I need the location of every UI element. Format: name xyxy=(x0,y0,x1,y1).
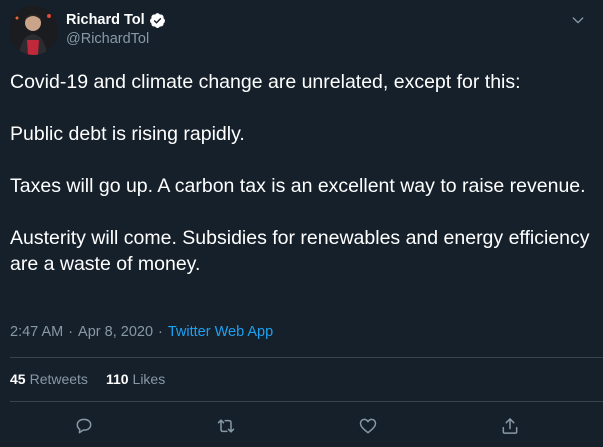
tweet-text: Covid-19 and climate change are unrelate… xyxy=(10,69,590,303)
tweet-stats: 45 Retweets 110 Likes xyxy=(10,370,183,388)
separator: · xyxy=(158,324,163,340)
share-button[interactable] xyxy=(498,414,522,438)
tweet-source-link[interactable]: Twitter Web App xyxy=(168,323,273,341)
reply-icon xyxy=(76,418,92,434)
like-button[interactable] xyxy=(356,414,380,438)
separator: · xyxy=(68,324,74,340)
retweet-icon xyxy=(217,419,235,433)
likes-count: 110 xyxy=(105,371,129,387)
tweet-date[interactable]: Apr 8, 2020 xyxy=(78,323,153,341)
tweet-paragraph: Taxes will go up. A carbon tax is an exc… xyxy=(10,175,586,197)
user-handle[interactable]: @RichardTol xyxy=(66,30,149,48)
divider xyxy=(10,401,603,402)
name-row: Richard Tol xyxy=(66,11,166,29)
retweet-button[interactable] xyxy=(214,414,238,438)
tweet-header: Richard Tol @RichardTol xyxy=(9,6,594,56)
retweets-stat[interactable]: 45 Retweets xyxy=(10,370,88,388)
reply-button[interactable] xyxy=(72,414,96,438)
chevron-down-icon[interactable] xyxy=(570,12,586,28)
tweet-paragraph: Covid-19 and climate change are unrelate… xyxy=(10,71,521,93)
tweet-paragraph: Austerity will come. Subsidies for renew… xyxy=(10,227,590,275)
divider xyxy=(10,357,603,358)
retweets-count: 45 xyxy=(10,371,26,387)
verified-badge-icon xyxy=(149,12,165,28)
retweets-label: Retweets xyxy=(29,371,88,387)
avatar[interactable] xyxy=(9,6,58,55)
share-icon xyxy=(502,418,518,434)
likes-stat[interactable]: 110 Likes xyxy=(106,370,165,388)
avatar-image xyxy=(9,6,58,55)
tweet-time[interactable]: 2:47 AM xyxy=(10,323,63,341)
tweet-actions xyxy=(10,406,595,446)
display-name[interactable]: Richard Tol xyxy=(66,11,145,29)
tweet-paragraph: Public debt is rising rapidly. xyxy=(10,123,245,145)
like-icon xyxy=(359,418,377,434)
tweet-card: Richard Tol @RichardTol Covid-19 and cli… xyxy=(0,0,603,447)
likes-label: Likes xyxy=(132,371,166,387)
tweet-metadata: 2:47 AM · Apr 8, 2020 · Twitter Web App xyxy=(10,323,273,341)
